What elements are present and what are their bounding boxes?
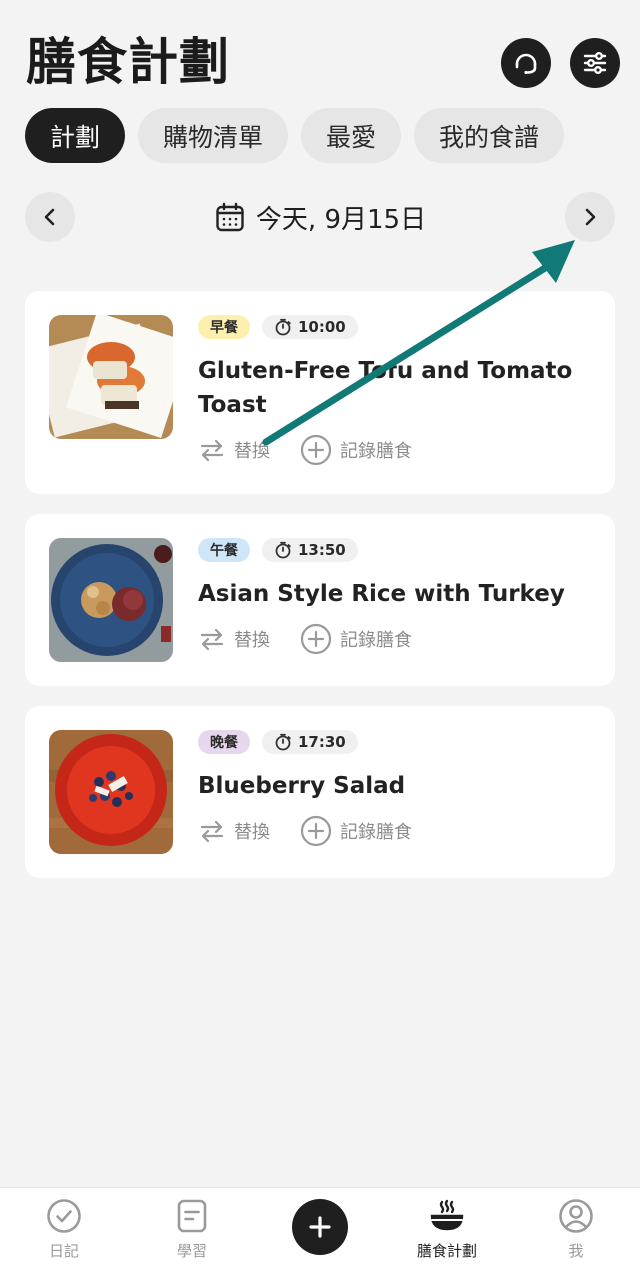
meal-card-lunch[interactable]: 午餐 13:50 Asian Style Rice with Turkey 替換… xyxy=(25,514,615,686)
dish-name[interactable]: Asian Style Rice with Turkey xyxy=(198,577,591,611)
user-circle-icon xyxy=(559,1199,593,1233)
plus-circle-icon xyxy=(300,623,332,655)
swap-meal-button[interactable]: 替換 xyxy=(198,625,270,653)
bottom-navigation: 日記 學習 膳食計劃 我 xyxy=(0,1187,640,1280)
stopwatch-icon xyxy=(275,318,291,336)
swap-meal-button[interactable]: 替換 xyxy=(198,436,270,464)
meal-time: 13:50 xyxy=(298,541,346,559)
nav-meal-plan[interactable]: 膳食計劃 xyxy=(402,1198,492,1261)
filter-button[interactable] xyxy=(570,38,620,88)
tab-favorites[interactable]: 最愛 xyxy=(301,108,402,163)
swap-label: 替換 xyxy=(234,630,270,651)
stopwatch-icon xyxy=(275,541,291,559)
date-text: 今天, 9月15日 xyxy=(255,204,427,235)
stopwatch-icon xyxy=(275,733,291,751)
swap-label: 替換 xyxy=(234,822,270,843)
chevron-right-icon xyxy=(585,208,596,226)
tab-plan[interactable]: 計劃 xyxy=(25,108,126,163)
plus-circle-icon xyxy=(300,434,332,466)
swap-icon xyxy=(200,439,224,462)
meal-card-dinner[interactable]: 晚餐 17:30 Blueberry Salad 替換 記錄膳食 xyxy=(25,706,615,878)
time-badge: 10:00 xyxy=(262,315,358,339)
document-icon xyxy=(177,1199,207,1233)
meal-time: 17:30 xyxy=(298,733,346,751)
meal-type-badge: 晚餐 xyxy=(198,730,250,754)
swap-meal-button[interactable]: 替換 xyxy=(198,817,270,845)
dish-name-line-2: Toast xyxy=(198,392,267,418)
nav-label: 膳食計劃 xyxy=(416,1242,477,1260)
nav-learn[interactable]: 學習 xyxy=(147,1198,237,1261)
bowl-icon xyxy=(430,1199,464,1231)
swap-label: 替換 xyxy=(234,441,270,462)
swap-icon xyxy=(200,820,224,843)
tab-my-recipes[interactable]: 我的食譜 xyxy=(414,108,565,163)
meal-type-badge: 早餐 xyxy=(198,315,250,339)
meal-photo xyxy=(49,315,173,439)
check-circle-icon xyxy=(47,1199,81,1233)
dish-name-line-1: Asian Style Rice with Turkey xyxy=(198,581,565,607)
plus-icon xyxy=(309,1216,331,1238)
log-meal-button[interactable]: 記錄膳食 xyxy=(300,434,412,466)
nav-label: 日記 xyxy=(48,1242,79,1260)
dish-name-line-1: Gluten-Free Tofu and Tomato xyxy=(198,358,573,384)
time-badge: 17:30 xyxy=(262,730,358,754)
nav-label: 學習 xyxy=(176,1242,207,1260)
tab-shopping-list[interactable]: 購物清單 xyxy=(138,108,289,163)
add-button[interactable] xyxy=(292,1199,348,1255)
log-meal-button[interactable]: 記錄膳食 xyxy=(300,623,412,655)
time-badge: 13:50 xyxy=(262,538,358,562)
dish-name-line-1: Blueberry Salad xyxy=(198,773,406,799)
sliders-icon xyxy=(583,51,607,75)
tab-bar: 計劃 購物清單 最愛 我的食譜 xyxy=(25,108,565,163)
date-navigation: 今天, 9月15日 xyxy=(25,192,615,242)
nav-me[interactable]: 我 xyxy=(531,1198,621,1261)
support-button[interactable] xyxy=(501,38,551,88)
dish-name[interactable]: Gluten-Free Tofu and Tomato Toast xyxy=(198,354,591,422)
next-day-button[interactable] xyxy=(565,192,615,242)
meal-type-badge: 午餐 xyxy=(198,538,250,562)
swap-icon xyxy=(200,628,224,651)
log-meal-label: 記錄膳食 xyxy=(340,630,412,651)
nav-diary[interactable]: 日記 xyxy=(19,1198,109,1261)
nav-label: 我 xyxy=(568,1242,584,1260)
header: 膳食計劃 xyxy=(26,30,620,94)
meal-card-breakfast[interactable]: 早餐 10:00 Gluten-Free Tofu and Tomato Toa… xyxy=(25,291,615,494)
headset-icon xyxy=(515,53,537,75)
plus-circle-icon xyxy=(300,815,332,847)
log-meal-label: 記錄膳食 xyxy=(340,441,412,462)
log-meal-button[interactable]: 記錄膳食 xyxy=(300,815,412,847)
dish-name[interactable]: Blueberry Salad xyxy=(198,769,591,803)
date-label[interactable]: 今天, 9月15日 xyxy=(25,192,615,242)
meal-photo xyxy=(49,538,173,662)
meal-photo xyxy=(49,730,173,854)
meal-time: 10:00 xyxy=(298,318,346,336)
log-meal-label: 記錄膳食 xyxy=(340,822,412,843)
calendar-icon xyxy=(216,202,244,232)
